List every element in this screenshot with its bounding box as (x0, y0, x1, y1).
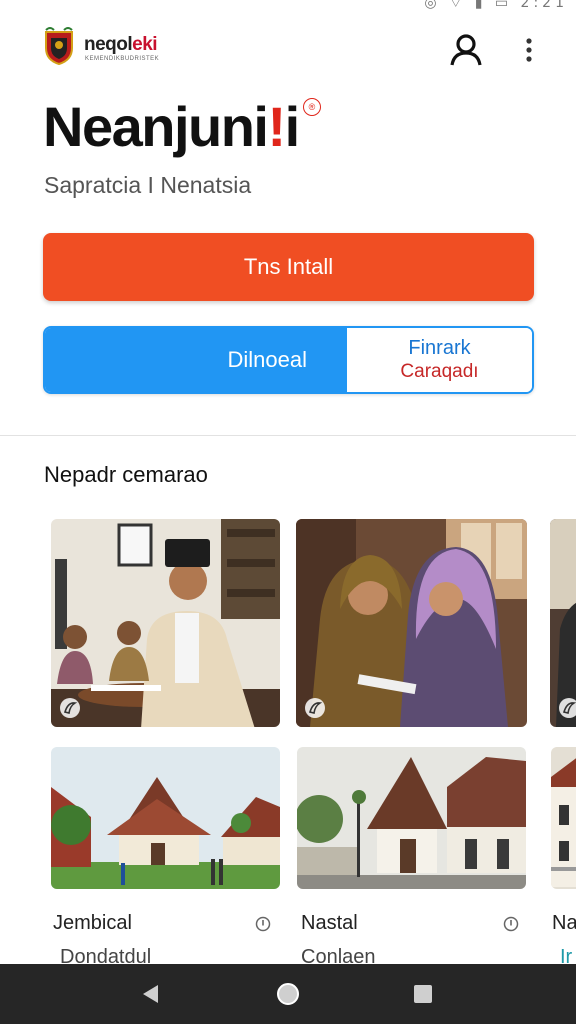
section-divider (0, 435, 576, 436)
family-photo (51, 519, 280, 727)
user-icon (450, 34, 482, 66)
more-vert-icon (526, 38, 532, 62)
back-icon (143, 985, 158, 1003)
card-badge-icon (559, 698, 576, 718)
split-button: Dilnoeal Finrark Caraqadı (43, 326, 534, 394)
brand-tagline: KEMENDIKBUDRISTEK (85, 56, 160, 62)
card-badge-icon (305, 698, 325, 718)
secondary-button[interactable]: Finrark Caraqadı (347, 328, 532, 392)
signal-icon: ▮ (474, 0, 487, 11)
secondary-button-sublabel: Caraqadı (400, 361, 479, 382)
partial-building-photo (551, 747, 576, 889)
brand-name: neqoleki (84, 34, 158, 55)
home-icon (277, 983, 299, 1005)
place-card-1[interactable] (51, 747, 280, 889)
back-button[interactable] (134, 978, 166, 1010)
photo-card-family[interactable] (51, 519, 280, 727)
women-photo (296, 519, 527, 727)
overflow-menu-button[interactable] (514, 32, 544, 68)
partial-photo (550, 519, 576, 727)
app-subtitle: Sapratcia I Nenatsia (44, 172, 252, 198)
traditional-house-photo (51, 747, 280, 889)
install-button[interactable]: Tns Intall (43, 233, 534, 301)
place-name: Na (552, 912, 576, 934)
battery-icon: ▭ (494, 0, 513, 11)
brand-logo-icon (45, 27, 73, 66)
app-title: Neanjuni!i (43, 95, 300, 158)
info-icon[interactable] (255, 916, 271, 932)
registered-mark: ® (303, 98, 321, 116)
photo-card-partial[interactable] (550, 519, 576, 727)
place-name: Jembical (53, 912, 132, 934)
status-time: 2:21 (520, 0, 568, 11)
section-title: Nepadr cemarao (44, 462, 208, 487)
info-icon[interactable] (503, 916, 519, 932)
place-name: Nastal (301, 912, 358, 934)
system-navigation-bar (0, 964, 576, 1024)
card-badge-icon (60, 698, 80, 718)
place-card-3[interactable] (551, 747, 576, 889)
wifi-icon: ⌔ (449, 0, 467, 11)
download-button[interactable]: Dilnoeal (45, 328, 347, 392)
recents-button[interactable] (407, 978, 439, 1010)
profile-button[interactable] (446, 30, 486, 70)
recents-icon (414, 985, 432, 1003)
home-button[interactable] (272, 978, 304, 1010)
status-icons: ◎ ⌔ ▮ ▭ 2:21 (424, 0, 568, 12)
heritage-building-photo (297, 747, 526, 889)
place-card-2[interactable] (297, 747, 526, 889)
secondary-button-label: Finrark (408, 337, 471, 359)
photo-card-women[interactable] (296, 519, 527, 727)
status-bar: ◎ ⌔ ▮ ▭ 2:21 (0, 0, 576, 14)
app-header: neqoleki KEMENDIKBUDRISTEK (0, 20, 576, 76)
notification-icon: ◎ (424, 0, 441, 11)
